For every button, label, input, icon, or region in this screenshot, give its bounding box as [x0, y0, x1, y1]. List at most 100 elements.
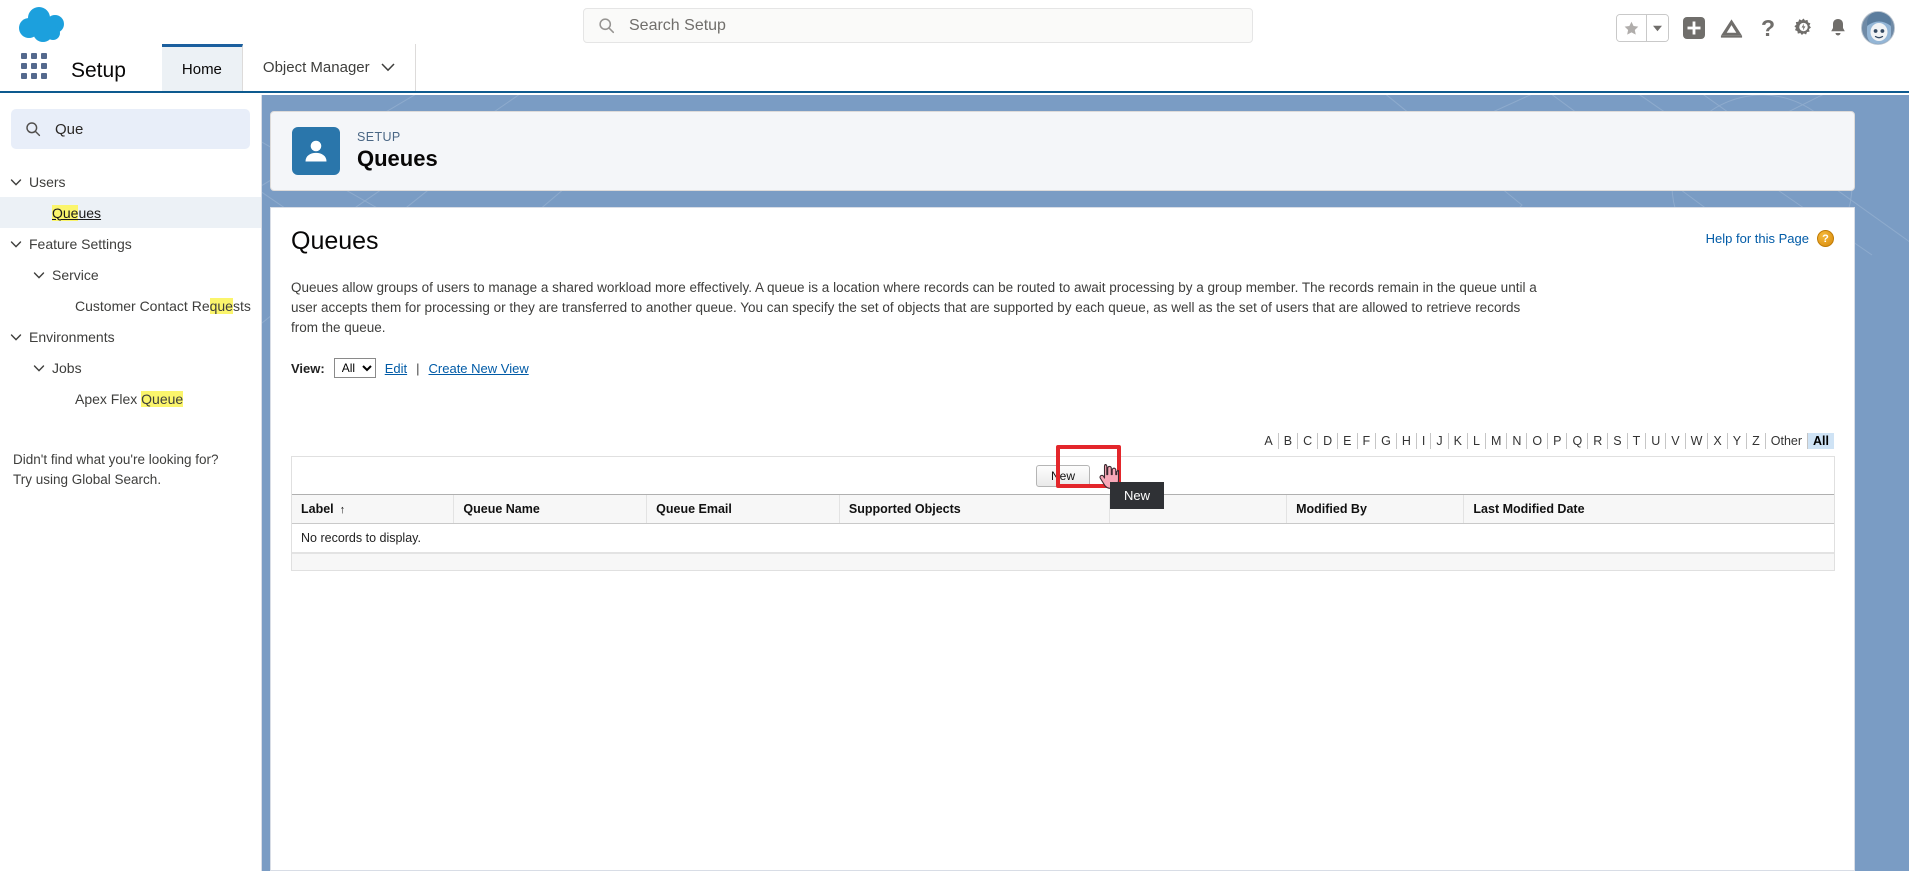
alpha-filter-s[interactable]: S [1608, 433, 1628, 449]
sidebar-item-environments[interactable]: Environments [0, 321, 261, 352]
alpha-filter-q[interactable]: Q [1567, 433, 1589, 449]
sidebar-item-service[interactable]: Service [0, 259, 261, 290]
setup-tab-list: Home Object Manager [161, 44, 416, 91]
notifications-bell-icon[interactable] [1828, 17, 1848, 39]
alphabet-filter: A B C D E F G H I J K L M N O P Q R S T U V W X Y Z Other All [1259, 433, 1834, 449]
search-icon [26, 122, 41, 137]
alpha-filter-d[interactable]: D [1318, 433, 1339, 449]
new-button[interactable]: New [1036, 464, 1090, 487]
app-launcher-waffle-icon[interactable] [21, 53, 47, 79]
empty-message: No records to display. [292, 523, 1834, 553]
content-panel-inner: Queues Help for this Page ? Queues allow… [271, 208, 1854, 571]
main-content-background: SETUP Queues Queues Help for this Page ?… [262, 95, 1909, 871]
alpha-filter-i[interactable]: I [1417, 433, 1432, 449]
user-avatar[interactable] [1861, 11, 1895, 45]
search-match-highlight: que [209, 297, 233, 314]
chevron-down-icon[interactable] [9, 175, 23, 189]
chevron-down-icon[interactable] [9, 330, 23, 344]
sidebar-item-jobs[interactable]: Jobs [0, 352, 261, 383]
alpha-filter-b[interactable]: B [1279, 433, 1299, 449]
help-circle-icon[interactable]: ? [1817, 230, 1834, 247]
alpha-filter-w[interactable]: W [1686, 433, 1709, 449]
alpha-filter-all[interactable]: All [1808, 433, 1834, 449]
page-header-text: SETUP Queues [357, 130, 438, 172]
new-button-tooltip: New [1110, 482, 1165, 509]
alpha-filter-other[interactable]: Other [1766, 433, 1809, 449]
alpha-filter-l[interactable]: L [1468, 433, 1486, 449]
salesforce-cloud-logo[interactable] [14, 4, 76, 48]
view-edit-link[interactable]: Edit [385, 361, 407, 376]
alpha-filter-v[interactable]: V [1666, 433, 1686, 449]
view-link-separator: | [416, 360, 420, 376]
chevron-down-icon[interactable] [32, 268, 46, 282]
sidebar-item-label: Queues [52, 204, 102, 221]
alpha-filter-f[interactable]: F [1358, 433, 1377, 449]
trailhead-icon[interactable] [1719, 17, 1744, 39]
view-select[interactable]: All [333, 358, 376, 378]
favorites-dropdown-caret-icon[interactable] [1646, 15, 1668, 41]
search-match-highlight: Que [52, 204, 79, 221]
table-header-modified-by[interactable]: Modified By [1286, 495, 1465, 524]
table-header-supported-objects[interactable]: Supported Objects [839, 495, 1110, 524]
chevron-down-icon [381, 59, 395, 76]
sidebar-item-users[interactable]: Users [0, 166, 261, 197]
help-question-icon[interactable]: ? [1757, 16, 1779, 40]
alpha-filter-a[interactable]: A [1259, 433, 1279, 449]
table-empty-row: No records to display. [292, 523, 1834, 553]
global-actions-plus-icon[interactable] [1682, 16, 1706, 40]
tab-home[interactable]: Home [161, 44, 243, 91]
alpha-filter-j[interactable]: J [1431, 433, 1449, 449]
help-for-this-page-link[interactable]: Help for this Page ? [1706, 230, 1834, 247]
alpha-filter-n[interactable]: N [1507, 433, 1528, 449]
sort-ascending-icon: ↑ [339, 504, 346, 516]
user-person-icon [292, 127, 340, 175]
sidebar-item-queues[interactable]: Queues [0, 197, 261, 228]
content-description: Queues allow groups of users to manage a… [291, 280, 1537, 335]
setup-sidebar: Que Users Queues Feature Settings Service Cu… [0, 95, 262, 871]
alpha-filter-o[interactable]: O [1527, 433, 1549, 449]
alpha-filter-k[interactable]: K [1449, 433, 1468, 449]
sidebar-item-apex-flex-queue[interactable]: Apex Flex Queue [0, 383, 261, 414]
sidebar-not-found-hint: Didn't find what you're looking for? Try… [0, 450, 261, 490]
alpha-filter-m[interactable]: M [1486, 433, 1508, 449]
sidebar-item-label: Jobs [52, 359, 82, 376]
chevron-down-icon[interactable] [32, 361, 46, 375]
table-header-label[interactable]: Label ↑ [292, 495, 455, 524]
setup-nav-bar: Setup Home Object Manager [0, 44, 1909, 93]
favorites-control[interactable] [1616, 14, 1669, 42]
table-header-queue-email[interactable]: Queue Email [646, 495, 840, 524]
alpha-filter-y[interactable]: Y [1728, 433, 1748, 449]
alpha-filter-r[interactable]: R [1588, 433, 1609, 449]
alpha-filter-x[interactable]: X [1708, 433, 1728, 449]
tab-object-manager-label: Object Manager [262, 59, 370, 76]
alpha-filter-e[interactable]: E [1338, 433, 1358, 449]
alpha-filter-c[interactable]: C [1298, 433, 1319, 449]
search-icon [599, 18, 615, 34]
chevron-down-icon[interactable] [9, 237, 23, 251]
view-label: View: [291, 360, 325, 376]
alpha-filter-z[interactable]: Z [1747, 433, 1766, 449]
create-new-view-link[interactable]: Create New View [429, 361, 529, 376]
alpha-filter-t[interactable]: T [1628, 433, 1647, 449]
not-found-line-1: Didn't find what you're looking for? [13, 452, 219, 467]
table-header-queue-name[interactable]: Queue Name [453, 495, 648, 524]
setup-title: Setup [71, 59, 126, 82]
alpha-filter-g[interactable]: G [1376, 433, 1397, 449]
sidebar-item-label: Apex Flex Queue [75, 390, 184, 407]
alpha-filter-p[interactable]: P [1548, 433, 1568, 449]
global-search-input[interactable]: Search Setup [583, 8, 1253, 43]
sidebar-item-customer-contact-requests[interactable]: Customer Contact Requests [0, 290, 261, 321]
svg-text:?: ? [1761, 16, 1775, 40]
table-header-last-modified-date[interactable]: Last Modified Date [1463, 495, 1834, 524]
sidebar-item-feature-settings[interactable]: Feature Settings [0, 228, 261, 259]
alpha-filter-h[interactable]: H [1397, 433, 1417, 449]
setup-gear-icon[interactable] [1792, 17, 1815, 40]
records-table: Label ↑ Queue Name Queue Email Supported Obj… [292, 495, 1834, 553]
global-search-placeholder: Search Setup [629, 16, 726, 34]
alpha-filter-u[interactable]: U [1646, 433, 1667, 449]
quick-find-search-input[interactable]: Que [11, 109, 250, 149]
tab-object-manager[interactable]: Object Manager [242, 44, 416, 91]
favorites-star-icon[interactable] [1617, 15, 1646, 41]
